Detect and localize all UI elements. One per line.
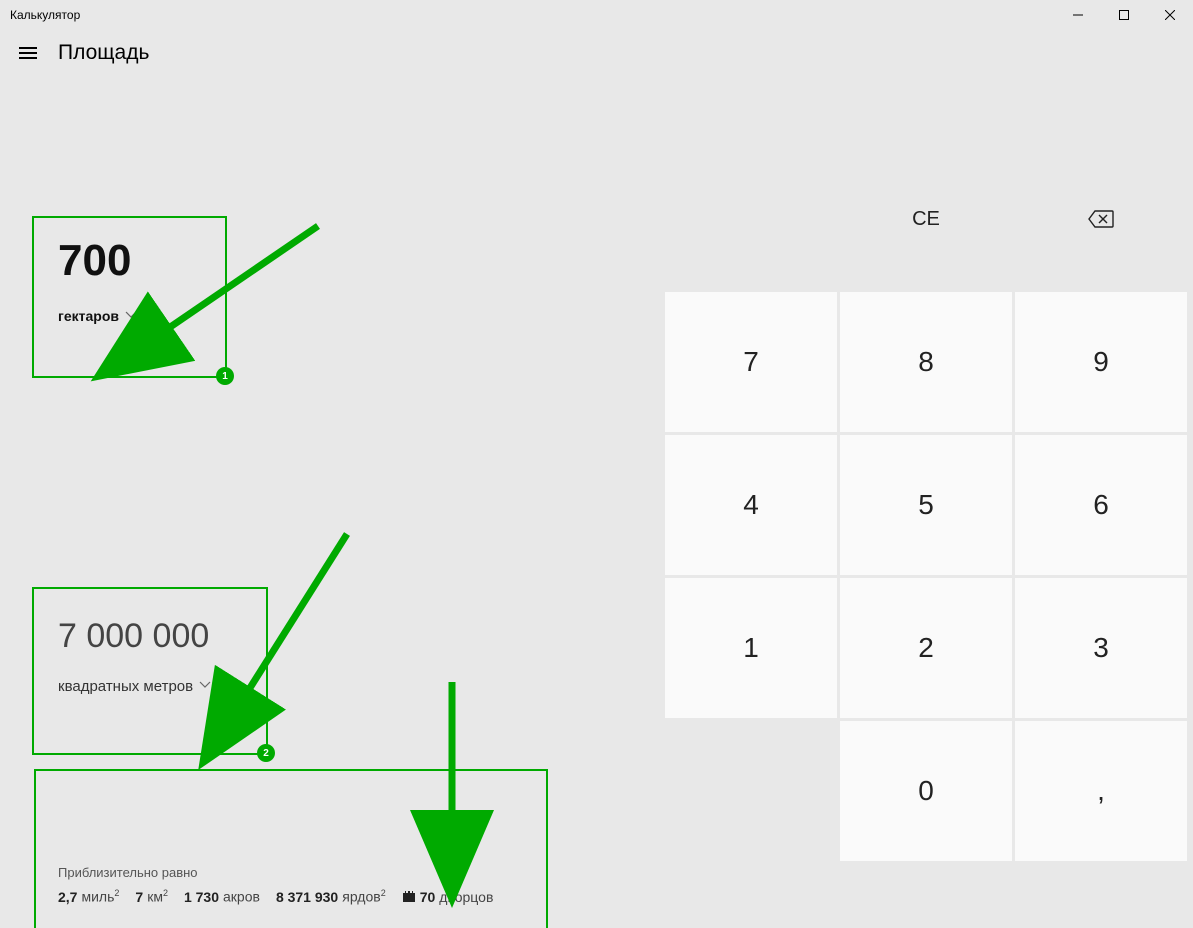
window-controls	[1055, 0, 1193, 30]
input-unit-selector[interactable]: гектаров	[34, 286, 225, 324]
menu-button[interactable]	[8, 33, 48, 73]
approx-item: 70 дворцов	[402, 888, 494, 905]
key-comma[interactable]: ,	[1015, 721, 1187, 861]
key-5[interactable]: 5	[840, 435, 1012, 575]
approx-item: 1 730 акров	[184, 888, 260, 905]
key-2[interactable]: 2	[840, 578, 1012, 718]
chevron-down-icon	[199, 681, 211, 692]
window-title: Калькулятор	[10, 8, 80, 22]
key-4[interactable]: 4	[665, 435, 837, 575]
key-3[interactable]: 3	[1015, 578, 1187, 718]
annotation-badge-2: 2	[257, 744, 275, 762]
header: Площадь	[0, 30, 1193, 76]
output-value[interactable]: 7 000 000	[34, 589, 266, 656]
key-0[interactable]: 0	[840, 721, 1012, 861]
hamburger-icon	[19, 47, 37, 59]
keypad-panel: CE 7 8 9 4 5 6 1 2 3 0 ,	[637, 76, 1193, 928]
approx-row: 2,7 миль2 7 км2 1 730 акров 8 371 930 яр…	[58, 888, 524, 905]
key-6[interactable]: 6	[1015, 435, 1187, 575]
approx-item: 7 км2	[135, 888, 168, 905]
conversion-panel: 700 гектаров 1 7 000 000 квадратных метр…	[0, 76, 637, 928]
approx-title: Приблизительно равно	[58, 865, 524, 880]
approx-item: 8 371 930 ярдов2	[276, 888, 386, 905]
key-1[interactable]: 1	[665, 578, 837, 718]
key-9[interactable]: 9	[1015, 292, 1187, 432]
key-empty	[665, 721, 837, 861]
input-unit-label: гектаров	[58, 308, 119, 324]
input-block[interactable]: 700 гектаров 1	[32, 216, 227, 378]
annotation-badge-1: 1	[216, 367, 234, 385]
ce-button[interactable]: CE	[840, 149, 1012, 289]
backspace-icon	[1088, 203, 1114, 235]
output-unit-label: квадратных метров	[58, 678, 193, 695]
minimize-button[interactable]	[1055, 0, 1101, 30]
output-unit-selector[interactable]: квадратных метров	[34, 656, 266, 695]
backspace-button[interactable]	[1015, 149, 1187, 289]
approx-item: 2,7 миль2	[58, 888, 119, 905]
titlebar: Калькулятор	[0, 0, 1193, 30]
mode-title: Площадь	[58, 41, 149, 65]
input-value[interactable]: 700	[34, 218, 225, 286]
castle-icon	[402, 888, 416, 902]
key-8[interactable]: 8	[840, 292, 1012, 432]
approx-block: Приблизительно равно 2,7 миль2 7 км2 1 7…	[34, 769, 548, 928]
output-block[interactable]: 7 000 000 квадратных метров 2	[32, 587, 268, 755]
close-button[interactable]	[1147, 0, 1193, 30]
maximize-button[interactable]	[1101, 0, 1147, 30]
key-7[interactable]: 7	[665, 292, 837, 432]
chevron-down-icon	[125, 311, 137, 322]
